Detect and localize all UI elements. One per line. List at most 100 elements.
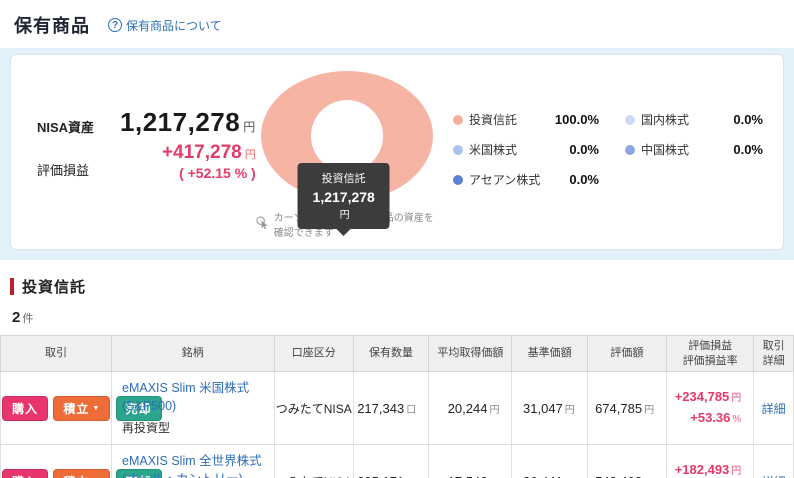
avg-price-value: 17,546 <box>448 474 488 478</box>
detail-cell: 詳細 <box>754 445 794 478</box>
legend-label: 米国株式 <box>469 141 569 158</box>
quantity-cell: 205,171口 <box>353 445 428 478</box>
value-cell: 542,493円 <box>587 445 666 478</box>
nav-unit: 円 <box>565 405 575 416</box>
table-header-row: 取引 銘柄 口座区分 保有数量 平均取得価額 基準価額 評価額 評価損益 評価損… <box>1 336 794 372</box>
nav-value: 31,047 <box>523 401 563 416</box>
pl-label: 評価損益 <box>37 160 117 179</box>
pl-percent-line: +53.36% <box>667 408 741 429</box>
allocation-chart-area: 投資信託 1,217,278円 カーソルを乗せると各商品の資産を確認できます <box>256 69 439 239</box>
cursor-icon <box>256 216 269 232</box>
nav-cell: 26,441円 <box>512 445 587 478</box>
chart-tooltip: 投資信託 1,217,278 円 <box>298 163 390 229</box>
header-pl: 評価損益 評価損益率 <box>667 336 754 372</box>
pl-amount-value: +234,785 <box>675 389 730 404</box>
legend-dot-domestic-stock <box>625 115 635 125</box>
holdings-count: 2件 <box>12 309 794 327</box>
pl-amount-line: +234,785円 <box>667 387 741 408</box>
fund-name-link[interactable]: eMAXIS Slim 米国株式(S&P500) <box>122 380 264 415</box>
tooltip-value: 1,217,278 円 <box>312 189 376 221</box>
header-quantity: 保有数量 <box>353 336 428 372</box>
legend-item-china-stock: 中国株式 0.0% <box>625 141 763 158</box>
holdings-table: 取引 銘柄 口座区分 保有数量 平均取得価額 基準価額 評価額 評価損益 評価損… <box>0 335 794 478</box>
fund-name-cell: eMAXIS Slim 全世界株式(オール・カントリー) 再投資型 <box>112 445 275 478</box>
detail-link[interactable]: 詳細 <box>762 402 786 416</box>
avg-price-cell: 20,244円 <box>429 372 512 445</box>
avg-price-value: 20,244 <box>448 401 488 416</box>
table-row: 購入 積立▼ 売却 eMAXIS Slim 全世界株式(オール・カントリー) 再… <box>1 445 794 478</box>
legend-value: 100.0% <box>555 112 599 127</box>
help-icon: ? <box>108 18 122 32</box>
page-title: 保有商品 <box>14 12 90 38</box>
fund-name-link[interactable]: eMAXIS Slim 全世界株式(オール・カントリー) <box>122 453 264 478</box>
header-trade: 取引 <box>1 336 112 372</box>
legend-dot-china-stock <box>625 145 635 155</box>
legend-dot-asean-stock <box>453 175 463 185</box>
legend-column-2: 国内株式 0.0% 中国株式 0.0% <box>625 111 763 239</box>
legend-item-us-stock: 米国株式 0.0% <box>453 141 599 158</box>
legend-value: 0.0% <box>569 172 599 187</box>
header-detail: 取引 詳細 <box>754 336 794 372</box>
header-value: 評価額 <box>587 336 666 372</box>
legend-dot-us-stock <box>453 145 463 155</box>
tooltip-number: 1,217,278 <box>313 189 375 205</box>
section-title: 投資信託 <box>22 276 86 297</box>
legend-item-toushin: 投資信託 100.0% <box>453 111 599 128</box>
account-type-cell: つみたてNISA <box>274 445 353 478</box>
fund-type: 再投資型 <box>122 419 264 436</box>
pl-percent-unit: % <box>732 414 741 425</box>
asset-label: NISA資産 <box>37 117 117 136</box>
asset-total-value: 1,217,278円 <box>117 107 256 138</box>
tsumitate-dropdown-button[interactable]: 積立▼ <box>53 396 110 421</box>
buy-button[interactable]: 購入 <box>2 396 48 421</box>
pl-amount-unit: 円 <box>731 393 741 404</box>
legend-label: 国内株式 <box>641 111 733 128</box>
pl-cell: +234,785円 +53.36% <box>667 372 754 445</box>
section-accent-bar <box>10 278 14 295</box>
nav-value: 26,441 <box>523 474 563 478</box>
table-row: 購入 積立▼ 売却 eMAXIS Slim 米国株式(S&P500) 再投資型 … <box>1 372 794 445</box>
tsumitate-label: 積立 <box>63 473 89 478</box>
legend-item-asean-stock: アセアン株式 0.0% <box>453 171 599 188</box>
asset-total-number: 1,217,278 <box>120 107 240 137</box>
tsumitate-dropdown-button[interactable]: 積立▼ <box>53 469 110 478</box>
detail-cell: 詳細 <box>754 372 794 445</box>
legend-value: 0.0% <box>733 112 763 127</box>
quantity-unit: 口 <box>406 405 416 416</box>
section-header: 投資信託 <box>10 276 794 297</box>
quantity-cell: 217,343口 <box>353 372 428 445</box>
legend-label: アセアン株式 <box>469 171 569 188</box>
nisa-summary-card: NISA資産 評価損益 1,217,278円 +417,278円 ( +52.1… <box>10 54 784 250</box>
quantity-value: 217,343 <box>357 401 404 416</box>
summary-band: NISA資産 評価損益 1,217,278円 +417,278円 ( +52.1… <box>0 48 794 260</box>
legend-column-1: 投資信託 100.0% 米国株式 0.0% アセアン株式 0.0% <box>453 111 599 239</box>
trade-actions-cell: 購入 積立▼ 売却 <box>1 372 112 445</box>
header-account: 口座区分 <box>274 336 353 372</box>
pl-amount-number: +417,278 <box>162 142 242 163</box>
donut-hole <box>311 100 383 172</box>
pl-amount: +417,278円 <box>117 142 256 164</box>
legend-label: 中国株式 <box>641 141 733 158</box>
legend-item-domestic-stock: 国内株式 0.0% <box>625 111 763 128</box>
header-avg-price: 平均取得価額 <box>429 336 512 372</box>
legend-value: 0.0% <box>569 142 599 157</box>
about-holdings-label: 保有商品について <box>126 17 222 34</box>
pl-amount-value: +182,493 <box>675 462 730 477</box>
buy-button[interactable]: 購入 <box>2 469 48 478</box>
tsumitate-label: 積立 <box>63 400 89 417</box>
pl-amount-unit: 円 <box>731 466 741 477</box>
asset-total-unit: 円 <box>243 120 256 134</box>
holdings-count-unit: 件 <box>22 313 33 325</box>
fund-name-cell: eMAXIS Slim 米国株式(S&P500) 再投資型 <box>112 372 275 445</box>
legend-label: 投資信託 <box>469 111 555 128</box>
about-holdings-link[interactable]: ? 保有商品について <box>108 17 222 34</box>
tooltip-category: 投資信託 <box>312 170 376 186</box>
avg-price-unit: 円 <box>489 405 499 416</box>
value-amount: 542,493 <box>595 474 642 478</box>
tooltip-unit: 円 <box>340 210 350 221</box>
page-header: 保有商品 ? 保有商品について <box>0 0 794 48</box>
header-name: 銘柄 <box>112 336 275 372</box>
pl-percent: ( +52.15 % ) <box>117 165 256 181</box>
detail-link[interactable]: 詳細 <box>762 475 786 478</box>
avg-price-cell: 17,546円 <box>429 445 512 478</box>
